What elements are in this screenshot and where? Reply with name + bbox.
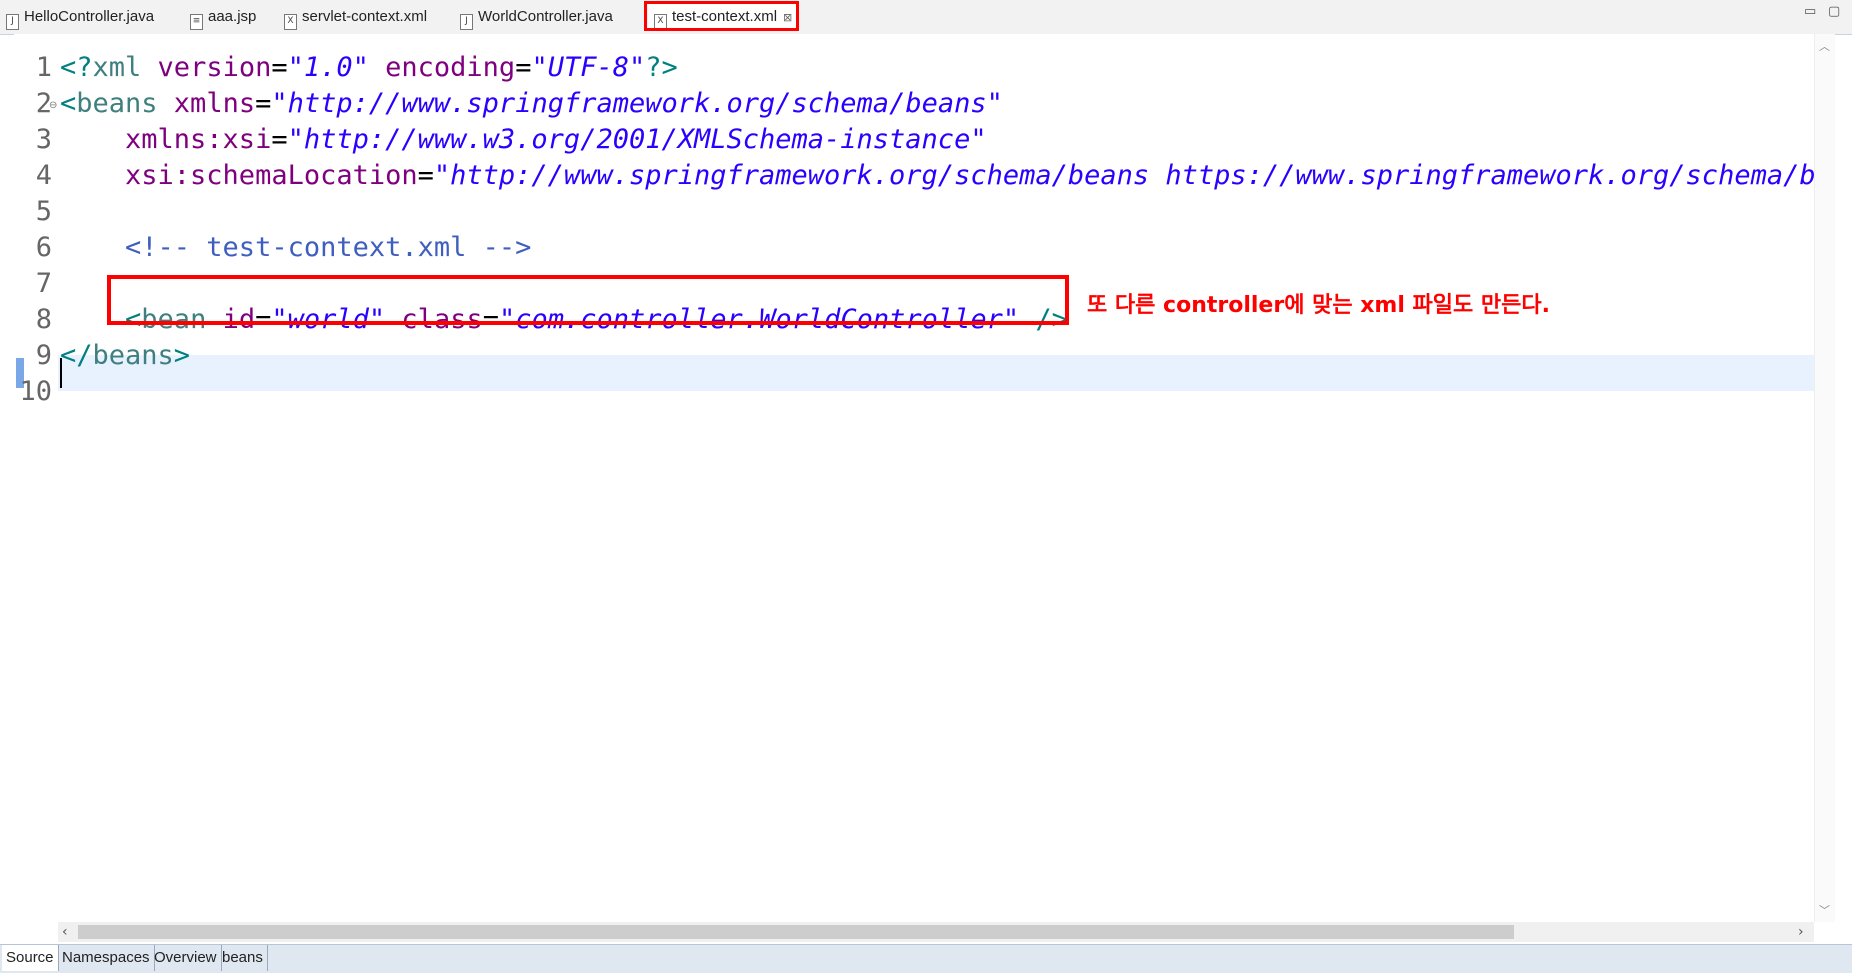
xml-string: "http://www.w3.org/2001/XMLSchema-instan… bbox=[287, 124, 987, 155]
scroll-left-icon[interactable]: ‹ bbox=[62, 922, 68, 942]
fold-collapse-icon[interactable]: ⊖ bbox=[49, 100, 57, 111]
xml-equals: = bbox=[255, 88, 272, 119]
tab-aaa-jsp[interactable]: ≡ aaa.jsp bbox=[190, 3, 256, 31]
xml-string: "1.0" bbox=[287, 52, 369, 83]
tab-label: aaa.jsp bbox=[208, 8, 257, 25]
horizontal-scroll-thumb[interactable] bbox=[78, 925, 1514, 939]
minimize-icon[interactable]: ▭ bbox=[1804, 4, 1816, 19]
line-number: 3 bbox=[35, 124, 52, 155]
line-number: 1 bbox=[35, 52, 52, 83]
current-line-highlight bbox=[58, 355, 1814, 391]
tab-label: servlet-context.xml bbox=[302, 8, 428, 25]
xml-tag: beans bbox=[76, 88, 158, 119]
line-number: 5 bbox=[35, 196, 52, 227]
xml-string: "http://www.springframework.org/schema/b… bbox=[271, 88, 1003, 119]
code-line-1: <?xml version="1.0" encoding="UTF-8"?> bbox=[60, 50, 678, 86]
scroll-down-icon[interactable]: ﹀ bbox=[1819, 902, 1830, 918]
horizontal-scrollbar[interactable]: ‹ › bbox=[58, 922, 1814, 942]
xml-string: "UTF-8" bbox=[531, 52, 646, 83]
line-number: 2 bbox=[35, 88, 52, 119]
xml-tag: beans bbox=[92, 340, 174, 371]
scroll-up-icon[interactable]: ︿ bbox=[1819, 38, 1830, 54]
xml-source-editor[interactable]: 1 2 ⊖ 3 4 5 6 7 8 9 10 <?xml version="1.… bbox=[14, 34, 1814, 922]
text-caret bbox=[60, 358, 62, 388]
xml-bracket: </ bbox=[60, 340, 93, 371]
tab-hellocontroller-java[interactable]: J HelloController.java bbox=[6, 3, 154, 31]
code-line-3: xmlns:xsi="http://www.w3.org/2001/XMLSch… bbox=[60, 122, 987, 158]
xml-attribute: encoding bbox=[368, 52, 516, 83]
xml-tag: xml bbox=[92, 52, 142, 83]
tab-source[interactable]: Source bbox=[2, 945, 59, 971]
vertical-scrollbar[interactable]: ︿ ﹀ bbox=[1814, 34, 1835, 922]
line-number: 8 bbox=[35, 304, 52, 335]
maximize-icon[interactable]: ▢ bbox=[1828, 4, 1840, 19]
xml-file-icon: X bbox=[284, 14, 297, 30]
editor-mode-tabs: Source Namespaces Overview beans bbox=[0, 944, 1852, 973]
xml-string: "http://www.springframework.org/schema/b… bbox=[433, 160, 1814, 191]
scroll-right-icon[interactable]: › bbox=[1798, 922, 1804, 942]
bean-line-highlight-box bbox=[107, 275, 1069, 325]
line-number: 4 bbox=[35, 160, 52, 191]
java-file-icon: J bbox=[6, 14, 19, 30]
tab-label: WorldController.java bbox=[478, 8, 613, 25]
line-number: 7 bbox=[35, 268, 52, 299]
code-line-2: <beans xmlns="http://www.springframework… bbox=[60, 86, 1003, 122]
code-line-9: </beans> bbox=[60, 338, 190, 374]
line-number: 10 bbox=[19, 376, 52, 407]
jsp-file-icon: ≡ bbox=[190, 14, 203, 30]
tab-label: HelloController.java bbox=[24, 8, 155, 25]
tab-beans[interactable]: beans bbox=[218, 945, 268, 971]
annotation-note: 또 다른 controller에 맞는 xml 파일도 만든다. bbox=[1087, 293, 1550, 318]
xml-equals: = bbox=[515, 52, 532, 83]
xml-attribute: version bbox=[141, 52, 272, 83]
xml-bracket: <? bbox=[60, 52, 93, 83]
xml-bracket: > bbox=[173, 340, 191, 371]
xml-comment: <!-- test-context.xml --> bbox=[60, 232, 532, 263]
code-line-6: <!-- test-context.xml --> bbox=[60, 230, 531, 266]
xml-attribute: xsi:schemaLocation bbox=[60, 160, 418, 191]
line-number-gutter: 1 2 ⊖ 3 4 5 6 7 8 9 10 bbox=[14, 34, 57, 922]
xml-equals: = bbox=[417, 160, 434, 191]
xml-attribute: xmlns bbox=[157, 88, 256, 119]
xml-equals: = bbox=[271, 52, 288, 83]
editor-tab-bar: J HelloController.java ≡ aaa.jsp Xservlet-… bbox=[0, 0, 1852, 35]
active-tab-highlight-box bbox=[644, 1, 799, 31]
xml-attribute: xmlns:xsi bbox=[60, 124, 272, 155]
code-line-4: xsi:schemaLocation="http://www.springfra… bbox=[60, 158, 1814, 194]
xml-equals: = bbox=[271, 124, 288, 155]
xml-bracket: ?> bbox=[645, 52, 678, 83]
tab-overview[interactable]: Overview bbox=[150, 945, 222, 971]
java-file-icon: J bbox=[460, 14, 473, 30]
tab-namespaces[interactable]: Namespaces bbox=[58, 945, 155, 971]
line-number: 6 bbox=[35, 232, 52, 263]
tab-servlet-context-xml[interactable]: Xservlet-context.xml bbox=[284, 3, 427, 31]
tab-worldcontroller-java[interactable]: J WorldController.java bbox=[460, 3, 613, 31]
xml-bracket: < bbox=[60, 88, 77, 119]
